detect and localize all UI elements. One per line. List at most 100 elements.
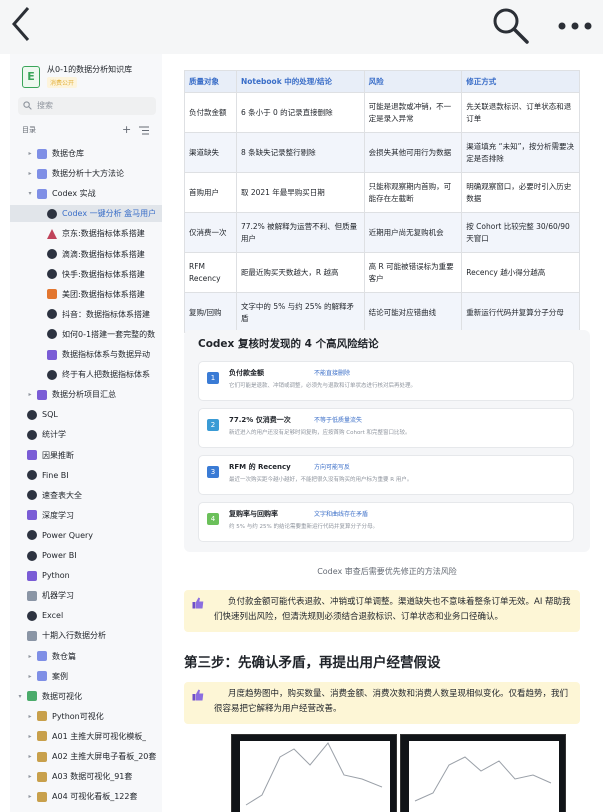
book-icon bbox=[47, 349, 57, 360]
sidebar-search-input[interactable]: 搜索 bbox=[18, 97, 156, 115]
sidebar-item[interactable]: ▸ 数据分析十大方法论 bbox=[10, 165, 162, 182]
pen-icon bbox=[47, 289, 57, 300]
sidebar-item-label: 终于有人把数据指标体系 bbox=[62, 370, 150, 380]
table-row: 首购用户取 2021 年最早购买日期 只能称观察期内首购，可能存在左截断 明确观察窗… bbox=[184, 172, 580, 213]
table-cell: 距最近购买天数越大，R 越高 bbox=[235, 252, 365, 293]
sort-icon[interactable] bbox=[139, 126, 149, 135]
infinity-icon bbox=[47, 208, 57, 219]
sidebar-item[interactable]: 深度学习 bbox=[10, 507, 162, 524]
caret-icon[interactable]: ▸ bbox=[26, 773, 34, 780]
table-header-row: 质量对象 Notebook 中的处理/结论 风险 修正方式 bbox=[184, 70, 580, 93]
table-row: 负付款金额 6 条小于 0 的记录直接删除 可能是退款或冲销，不一定是录入异常 先关联… bbox=[184, 92, 580, 133]
risk-card: 1 负付款金额 不能直接删除 它们可能是退款、冲销或调整，必须先与退款和订单状态进行核… bbox=[198, 361, 574, 401]
sidebar-item[interactable]: 终于有人把数据指标体系 bbox=[10, 366, 162, 383]
sidebar-item[interactable]: 速查表大全 bbox=[10, 487, 162, 504]
sidebar-item-label: Excel bbox=[42, 611, 64, 621]
risk-card-tag: 文字和曲线存在矛盾 bbox=[314, 511, 369, 518]
caret-icon[interactable]: ▸ bbox=[26, 150, 34, 157]
sidebar-item[interactable]: SQL bbox=[10, 406, 162, 423]
sidebar-item[interactable]: ▸ 数据仓库 bbox=[10, 145, 162, 162]
caret-icon[interactable]: ▸ bbox=[26, 713, 34, 720]
caret-icon[interactable]: ▸ bbox=[26, 733, 34, 740]
thumbs-up-icon bbox=[192, 689, 204, 701]
search-icon[interactable] bbox=[491, 6, 531, 46]
sidebar-item[interactable]: 十期入行数据分析 bbox=[10, 627, 162, 644]
sidebar-item[interactable]: Power Query bbox=[10, 527, 162, 544]
sidebar-item-label: 机器学习 bbox=[42, 591, 74, 601]
sidebar-item[interactable]: 抖音：数据指标体系搭建 bbox=[10, 306, 162, 323]
caret-icon[interactable]: ▸ bbox=[26, 391, 34, 398]
sidebar-item[interactable]: 滴滴:数据指标体系搭建 bbox=[10, 246, 162, 263]
book-icon bbox=[27, 510, 37, 521]
risk-number-badge: 1 bbox=[207, 372, 219, 384]
sidebar-item[interactable]: 因果推断 bbox=[10, 447, 162, 464]
sidebar-item[interactable]: ▸ A01 主推大屏可视化模板_ bbox=[10, 728, 162, 745]
table-cell: 结论可能对应错曲线 bbox=[363, 292, 463, 333]
risk-card-title: 负付款金额 bbox=[229, 369, 264, 377]
callout-text: 负付款金额可能代表退款、冲销或订单调整。渠道缺失也不意味着整条订单无效。AI 帮… bbox=[214, 597, 571, 622]
sidebar-item[interactable]: 机器学习 bbox=[10, 587, 162, 604]
table-cell: 会损失其他可用行为数据 bbox=[363, 132, 463, 173]
caret-icon[interactable]: ▸ bbox=[26, 653, 34, 660]
sidebar-item[interactable]: 如何0-1搭建一套完整的数 bbox=[10, 326, 162, 343]
sidebar-item-label: Python可视化 bbox=[52, 711, 104, 721]
sidebar-item-label: Power BI bbox=[42, 551, 77, 560]
sidebar-item-label: A02 主推大屏电子看板_20套 bbox=[52, 752, 157, 761]
table-row: 渠道缺失 8 条缺失记录整行剔除 会损失其他可用行为数据 渠道填充 “未知”，按分析需… bbox=[184, 132, 580, 173]
caret-icon[interactable]: ▾ bbox=[16, 693, 24, 700]
table-cell: 渠道缺失 bbox=[184, 132, 237, 173]
risk-card-title: RFM 的 Recency bbox=[229, 463, 291, 471]
circle-icon bbox=[47, 369, 57, 380]
sidebar-item[interactable]: Python bbox=[10, 567, 162, 584]
main-content: 质量对象 Notebook 中的处理/结论 风险 修正方式 负付款金额 6 条小于 0 … bbox=[162, 54, 603, 812]
sidebar-item[interactable]: Excel bbox=[10, 607, 162, 624]
sidebar-item-label: A04 可视化看板_122套 bbox=[52, 792, 138, 802]
callout-block-2: 月度趋势图中，购买数量、消费金额、消费次数和消费人数呈现相似变化。仅看趋势，我们… bbox=[184, 682, 580, 724]
sidebar-item[interactable]: ▸ 数据分析项目汇总 bbox=[10, 386, 162, 403]
sidebar-item[interactable]: Power BI bbox=[10, 547, 162, 564]
back-arrow-icon[interactable] bbox=[6, 4, 40, 44]
folder-icon bbox=[37, 651, 47, 661]
trend-chart-right-plot bbox=[409, 741, 559, 812]
sidebar-item[interactable]: ▾ Codex 实战 bbox=[10, 185, 162, 202]
sidebar-item[interactable]: Codex 一键分析 盒马用户 bbox=[10, 205, 162, 223]
sidebar-item-label: 滴滴:数据指标体系搭建 bbox=[62, 249, 145, 259]
table-cell: 首购用户 bbox=[184, 172, 237, 213]
sidebar-item[interactable]: ▾ 数据可视化 bbox=[10, 688, 162, 705]
risk-number-badge: 3 bbox=[207, 466, 219, 478]
more-icon[interactable] bbox=[556, 16, 596, 36]
risk-card-description: 最近一次购买距今越小越好，不能把很久没有购买的用户标为重要 R 用户。 bbox=[229, 477, 413, 483]
sidebar-item[interactable]: 快手:数据指标体系搭建 bbox=[10, 266, 162, 283]
sidebar-item-label: 京东:数据指标体系搭建 bbox=[62, 229, 145, 239]
caret-icon[interactable]: ▸ bbox=[26, 673, 34, 680]
sidebar-item[interactable]: 数据指标体系与数据异动 bbox=[10, 346, 162, 363]
sidebar-item-label: Codex 实战 bbox=[52, 189, 96, 199]
chart-icon bbox=[37, 751, 47, 762]
sidebar-item[interactable]: ▸ Python可视化 bbox=[10, 708, 162, 725]
sidebar-item[interactable]: ▸ A02 主推大屏电子看板_20套 bbox=[10, 748, 162, 765]
caret-icon[interactable]: ▸ bbox=[26, 170, 34, 177]
table-cell: 仅消费一次 bbox=[184, 212, 237, 253]
circle-icon bbox=[27, 550, 37, 561]
trend-chart-left-plot bbox=[240, 741, 390, 812]
sidebar-item[interactable]: ▸ 案例 bbox=[10, 668, 162, 685]
sidebar-item[interactable]: 京东:数据指标体系搭建 bbox=[10, 225, 162, 242]
sidebar-item-label: Python bbox=[42, 571, 70, 581]
knowledge-base-header[interactable]: E 从0-1的数据分析知识库 消费公开 bbox=[22, 64, 162, 94]
caret-icon[interactable]: ▸ bbox=[26, 753, 34, 760]
sidebar-item[interactable]: 统计学 bbox=[10, 426, 162, 443]
sidebar-item[interactable]: 美团:数据指标体系搭建 bbox=[10, 286, 162, 303]
sidebar-item[interactable]: Fine BI bbox=[10, 467, 162, 484]
caret-icon[interactable]: ▾ bbox=[26, 190, 34, 197]
risk-card-description: 新近进入的用户还没有足够时间复购，应按首购 Cohort 和完整窗口比较。 bbox=[229, 430, 411, 436]
caret-icon[interactable]: ▸ bbox=[26, 793, 34, 800]
chart-icon bbox=[37, 791, 47, 802]
sidebar-item-label: 数据指标体系与数据异动 bbox=[62, 350, 150, 359]
sidebar-item[interactable]: ▸ A03 数据可视化_91套 bbox=[10, 768, 162, 785]
table-header-cell: 修正方式 bbox=[461, 70, 580, 93]
table-cell: 渠道填充 “未知”，按分析需要决定是否排除 bbox=[461, 132, 580, 173]
add-icon[interactable]: + bbox=[122, 123, 131, 136]
sidebar-item[interactable]: ▸ 数仓篇 bbox=[10, 648, 162, 665]
sidebar-item-label: 如何0-1搭建一套完整的数 bbox=[62, 329, 156, 339]
sidebar-item[interactable]: ▸ A04 可视化看板_122套 bbox=[10, 788, 162, 805]
